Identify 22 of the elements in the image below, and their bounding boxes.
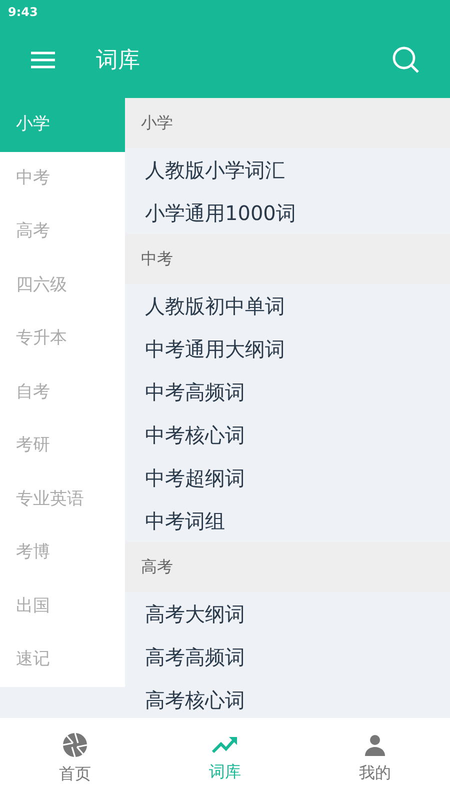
toolbar-title: 词库 — [96, 46, 140, 74]
wordbook-item[interactable]: 中考超纲词 — [145, 462, 245, 492]
wordbook-item[interactable]: 中考核心词 — [145, 420, 245, 450]
trend-arrow-icon — [211, 734, 239, 756]
sidebar-item[interactable]: 小学 — [0, 98, 125, 152]
wordbook-item[interactable]: 人教版小学词汇 — [145, 154, 285, 184]
status-time: 9:43 — [8, 5, 38, 19]
wordbook-item[interactable]: 中考通用大纲词 — [145, 334, 285, 364]
wordbook-item[interactable]: 中考高频词 — [145, 376, 245, 406]
wordbook-item[interactable]: 高考核心词 — [145, 684, 245, 714]
wordbook-item[interactable]: 中考词组 — [145, 506, 225, 536]
section-header: 高考 — [125, 542, 450, 592]
menu-icon[interactable] — [30, 50, 56, 70]
wordbook-item[interactable]: 人教版初中单词 — [145, 290, 285, 320]
search-icon[interactable] — [392, 46, 420, 74]
wordbook-item[interactable]: 小学通用1000词 — [145, 198, 296, 228]
person-icon — [363, 733, 387, 757]
section-header: 中考 — [125, 234, 450, 284]
wordbook-item[interactable]: 高考高频词 — [145, 642, 245, 672]
aperture-icon — [62, 732, 88, 758]
section-header: 小学 — [125, 98, 450, 148]
wordbook-item[interactable]: 高考大纲词 — [145, 598, 245, 628]
